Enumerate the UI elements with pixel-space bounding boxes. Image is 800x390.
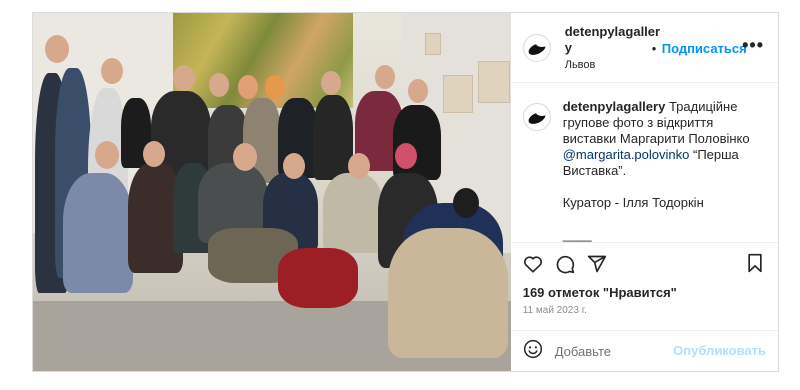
photo-head [143,141,165,167]
avatar-logo-cut [535,109,548,116]
post-header: detenpylagallery Львов • Подписаться ••• [510,13,778,83]
heart-icon[interactable] [523,255,543,273]
comment-icon[interactable] [555,254,575,274]
separator-dot: • [651,41,657,56]
photo-head [453,188,479,218]
photo-head [173,65,195,91]
photo-head [408,79,428,103]
photo-head [395,143,417,169]
follow-button[interactable]: Подписаться [662,41,747,56]
photo-person [388,228,508,358]
likes-count[interactable]: 169 отметок "Нравится" [511,285,778,301]
photo-head [348,153,370,179]
post-date[interactable]: 11 май 2023 г. [511,301,778,316]
photo-person [323,173,383,253]
photo-head [101,58,123,84]
photo-sketch [478,61,510,103]
photo-head [238,75,258,99]
instagram-post: detenpylagallery Львов • Подписаться •••… [32,12,779,372]
post-caption: detenpylagallery Традиційне групове фото… [510,83,778,243]
photo-head [375,65,395,89]
publish-button[interactable]: Опубликовать [673,343,766,358]
photo-person [393,105,441,180]
bookmark-icon[interactable] [746,253,764,273]
photo-head [95,141,119,169]
caption-avatar[interactable] [522,103,551,131]
post-photo[interactable] [33,13,511,371]
photo-sketch [425,33,441,55]
location-link[interactable]: Львов [565,58,665,72]
add-comment-input[interactable]: Добавьте [555,344,611,359]
photo-person [63,173,133,293]
photo-sketch [443,75,473,113]
photo-head [233,143,257,171]
photo-head [321,71,341,95]
add-comment-bar: Добавьте Опубликовать [510,330,778,371]
username-link[interactable]: detenpylagallery [565,24,665,56]
photo-head [209,73,229,97]
caption-mention-link[interactable]: @margarita.polovinko [563,147,690,162]
photo-head [283,153,305,179]
more-options-icon[interactable]: ••• [742,35,764,56]
photo-head [265,75,285,99]
profile-avatar[interactable] [522,33,551,62]
caption-username[interactable]: detenpylagallery [563,99,666,114]
action-bar [511,243,778,285]
post-sidebar: detenpylagallery Львов • Подписаться •••… [510,13,778,371]
photo-person [313,95,353,180]
send-icon[interactable] [587,254,607,274]
header-text: detenpylagallery Львов [565,24,665,72]
photo-head [45,35,69,63]
photo-person [278,248,358,308]
emoji-icon[interactable] [523,339,543,364]
caption-text: detenpylagallery Традиційне групове фото… [563,99,766,242]
avatar-logo-cut [535,39,548,47]
